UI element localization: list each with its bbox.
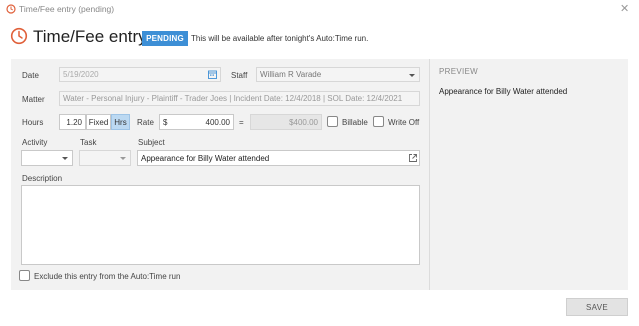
exclude-checkbox[interactable] — [19, 270, 30, 281]
matter-field[interactable]: Water - Personal Injury - Plaintiff - Tr… — [59, 91, 420, 106]
billable-checkbox[interactable] — [327, 116, 338, 127]
activity-label: Activity — [22, 138, 48, 147]
matter-label: Matter — [22, 95, 45, 104]
status-badge: PENDING — [142, 31, 188, 46]
window-title: Time/Fee entry (pending) — [19, 4, 115, 14]
matter-value: Water - Personal Injury - Plaintiff - Tr… — [63, 94, 403, 103]
task-label: Task — [80, 138, 97, 147]
staff-value: William R Varade — [260, 70, 322, 79]
writeoff-checkbox[interactable] — [373, 116, 384, 127]
date-value: 5/19/2020 — [63, 70, 99, 79]
staff-label: Staff — [231, 71, 248, 80]
total-value: $400.00 — [289, 117, 318, 127]
clock-app-icon — [6, 4, 16, 14]
activity-select[interactable] — [21, 150, 73, 166]
expand-icon[interactable] — [408, 153, 418, 163]
preview-text: Appearance for Billy Water attended — [439, 87, 568, 96]
hrs-toggle[interactable]: Hrs — [111, 114, 130, 130]
rate-input[interactable]: $ 400.00 — [159, 114, 234, 130]
subject-input[interactable]: Appearance for Billy Water attended — [137, 150, 420, 166]
close-icon[interactable]: ✕ — [620, 2, 629, 15]
preview-heading: PREVIEW — [439, 67, 478, 76]
billable-label: Billable — [342, 118, 368, 127]
pending-note: This will be available after tonight's A… — [191, 34, 369, 43]
subject-value: Appearance for Billy Water attended — [141, 153, 270, 163]
fixed-toggle[interactable]: Fixed — [86, 114, 111, 130]
chevron-down-icon — [120, 157, 126, 160]
date-field[interactable]: 5/19/2020 — [59, 67, 221, 82]
task-select[interactable] — [79, 150, 131, 166]
currency-symbol: $ — [163, 117, 168, 127]
description-label: Description — [22, 174, 63, 183]
hours-value: 1.20 — [66, 117, 82, 127]
page-title: Time/Fee entry — [33, 27, 147, 46]
date-label: Date — [22, 71, 39, 80]
subject-label: Subject — [138, 138, 165, 147]
total-field: $400.00 — [250, 114, 322, 130]
save-button[interactable]: SAVE — [566, 298, 628, 316]
hours-label: Hours — [22, 118, 44, 127]
chevron-down-icon — [62, 157, 68, 160]
chevron-down-icon — [409, 73, 415, 77]
staff-select[interactable]: William R Varade — [256, 67, 420, 82]
calendar-icon[interactable] — [208, 70, 217, 79]
rate-value: 400.00 — [205, 117, 230, 127]
exclude-label: Exclude this entry from the Auto:Time ru… — [34, 272, 181, 281]
writeoff-label: Write Off — [388, 118, 420, 127]
rate-label: Rate — [137, 118, 154, 127]
clock-icon — [10, 27, 28, 45]
description-textarea[interactable] — [21, 185, 420, 265]
equals-sign: = — [239, 118, 244, 127]
hours-input[interactable]: 1.20 — [59, 114, 86, 130]
